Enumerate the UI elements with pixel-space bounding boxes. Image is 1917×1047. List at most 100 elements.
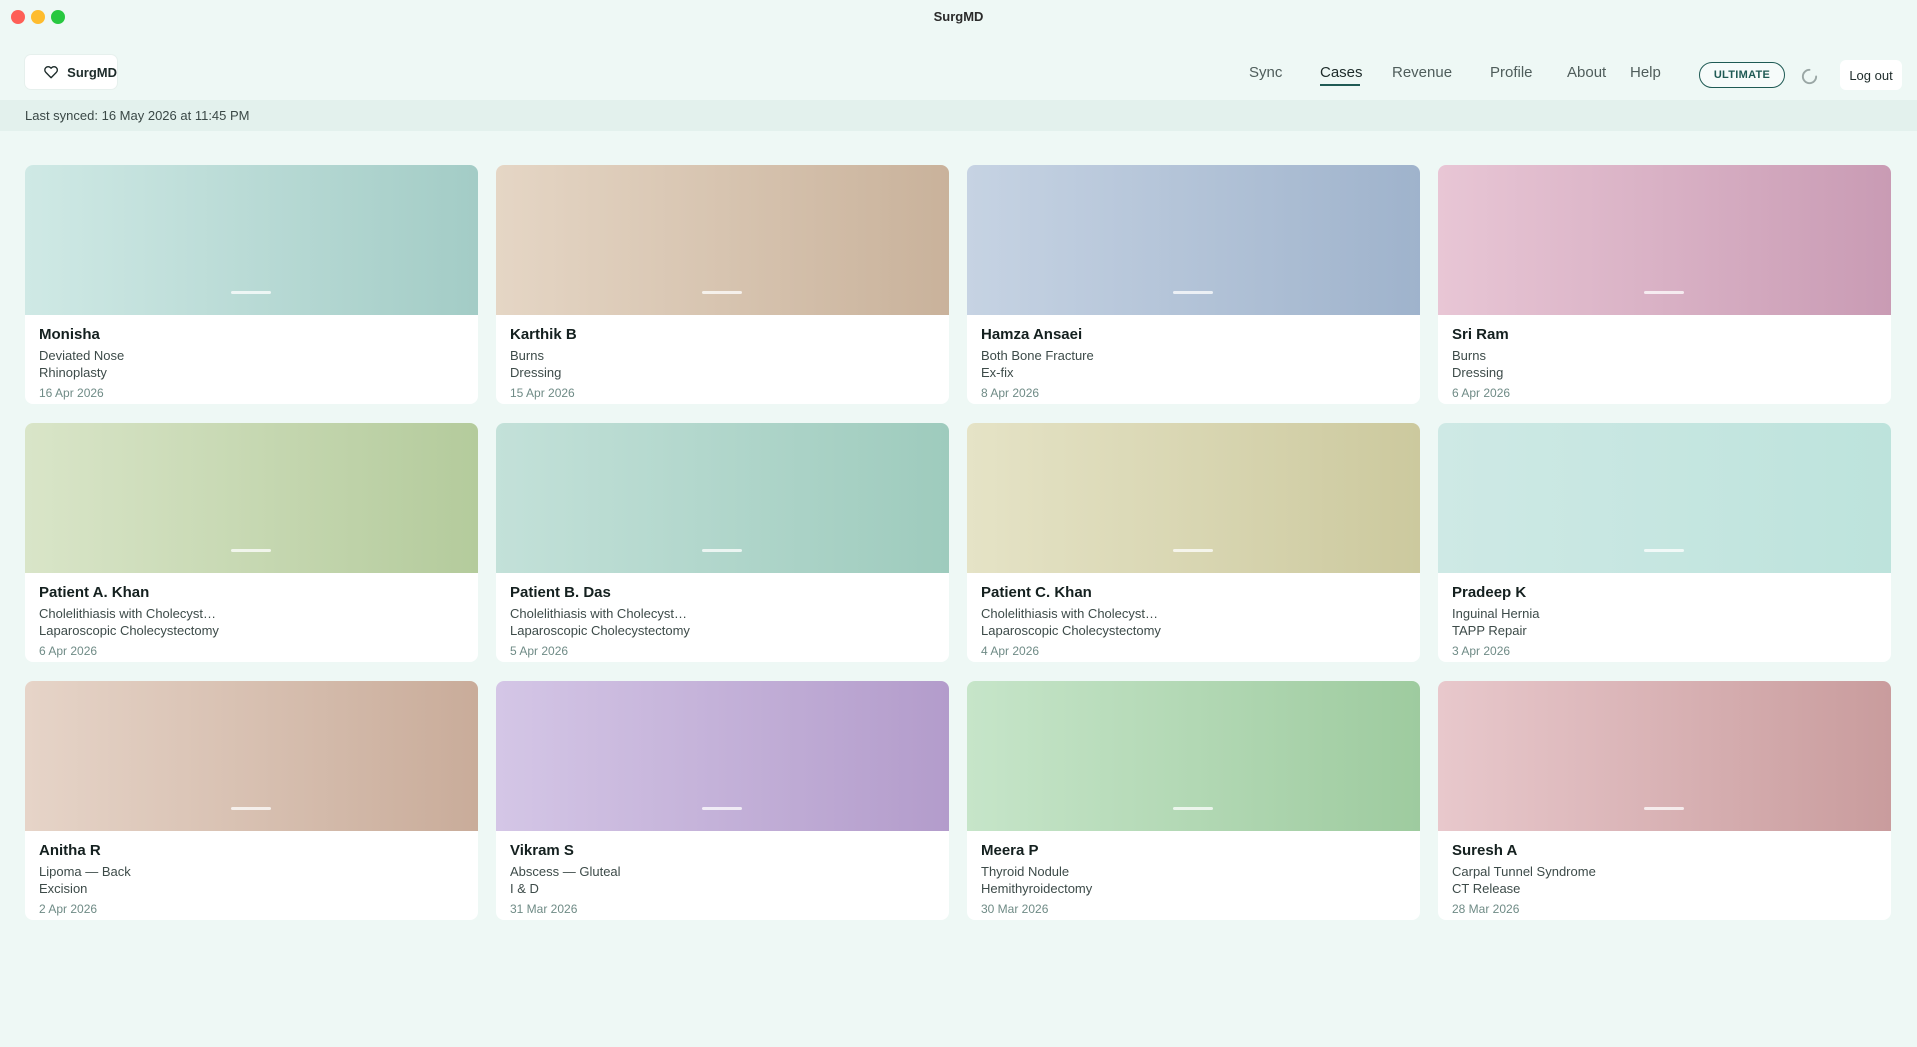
case-procedure: Laparoscopic Cholecystectomy [510, 623, 690, 638]
case-thumbnail [496, 681, 949, 831]
logout-button[interactable]: Log out [1840, 60, 1902, 90]
sync-spinner-icon[interactable] [1800, 67, 1819, 86]
case-diagnosis: Cholelithiasis with Cholecyst… [510, 606, 688, 621]
active-tab-underline [1320, 84, 1360, 86]
case-card[interactable]: Sri Ram Burns Dressing 6 Apr 2026 [1438, 165, 1891, 404]
thumbnail-handle [1644, 291, 1684, 294]
brand-logo[interactable]: SurgMD [25, 55, 117, 89]
case-card[interactable]: Suresh A Carpal Tunnel Syndrome CT Release… [1438, 681, 1891, 920]
case-date: 28 Mar 2026 [1452, 902, 1520, 916]
sync-status-bar: Last synced: 16 May 2026 at 11:45 PM [0, 100, 1917, 131]
nav-about[interactable]: About [1567, 64, 1606, 81]
heart-icon [44, 65, 59, 79]
case-diagnosis: Inguinal Hernia [1452, 606, 1540, 621]
case-thumbnail [967, 681, 1420, 831]
case-card-body: Pradeep K Inguinal Hernia TAPP Repair 3 Apr… [1438, 573, 1891, 658]
case-date: 16 Apr 2026 [39, 386, 104, 400]
case-card-body: Patient A. Khan Cholelithiasis with Chole… [25, 573, 478, 658]
case-diagnosis: Carpal Tunnel Syndrome [1452, 864, 1596, 879]
case-procedure: Laparoscopic Cholecystectomy [39, 623, 219, 638]
case-date: 6 Apr 2026 [1452, 386, 1511, 400]
case-procedure: Ex-fix [981, 365, 1014, 380]
case-thumbnail [25, 423, 478, 573]
case-procedure: TAPP Repair [1452, 623, 1527, 638]
case-patient-name: Suresh A [1452, 842, 1518, 859]
case-patient-name: Patient B. Das [510, 584, 611, 601]
thumbnail-handle [1173, 549, 1213, 552]
case-patient-name: Vikram S [510, 842, 574, 859]
case-procedure: I & D [510, 881, 539, 896]
case-thumbnail [25, 681, 478, 831]
case-thumbnail [25, 165, 478, 315]
last-synced-text: Last synced: 16 May 2026 at 11:45 PM [25, 108, 250, 123]
case-date: 15 Apr 2026 [510, 386, 575, 400]
case-procedure: Laparoscopic Cholecystectomy [981, 623, 1161, 638]
nav-revenue[interactable]: Revenue [1392, 64, 1452, 81]
thumbnail-handle [231, 291, 271, 294]
case-date: 6 Apr 2026 [39, 644, 98, 658]
case-card[interactable]: Vikram S Abscess — Gluteal I & D 31 Mar 202… [496, 681, 949, 920]
case-procedure: Rhinoplasty [39, 365, 107, 380]
thumbnail-handle [1173, 291, 1213, 294]
case-card[interactable]: Patient C. Khan Cholelithiasis with Chole… [967, 423, 1420, 662]
case-card-body: Vikram S Abscess — Gluteal I & D 31 Mar 202… [496, 831, 949, 916]
case-procedure: Dressing [510, 365, 562, 380]
case-date: 5 Apr 2026 [510, 644, 569, 658]
case-procedure: Hemithyroidectomy [981, 881, 1093, 896]
thumbnail-handle [1644, 549, 1684, 552]
case-thumbnail [496, 423, 949, 573]
case-date: 2 Apr 2026 [39, 902, 98, 916]
case-card[interactable]: Anitha R Lipoma — Back Excision 2 Apr 2026 [25, 681, 478, 920]
case-thumbnail [967, 423, 1420, 573]
case-thumbnail [496, 165, 949, 315]
thumbnail-handle [702, 807, 742, 810]
title-bar: SurgMD [0, 0, 1917, 34]
case-diagnosis: Both Bone Fracture [981, 348, 1094, 363]
thumbnail-handle [1173, 807, 1213, 810]
case-date: 3 Apr 2026 [1452, 644, 1511, 658]
case-patient-name: Anitha R [39, 842, 101, 859]
case-grid: Monisha Deviated Nose Rhinoplasty 16 Apr 20… [25, 165, 1892, 920]
case-diagnosis: Lipoma — Back [39, 864, 131, 879]
ultimate-badge-button[interactable]: ULTIMATE [1699, 62, 1785, 88]
case-thumbnail [1438, 423, 1891, 573]
case-patient-name: Pradeep K [1452, 584, 1527, 601]
case-patient-name: Hamza Ansaei [981, 326, 1083, 343]
case-card-body: Karthik B Burns Dressing 15 Apr 2026 [496, 315, 949, 400]
case-card[interactable]: Patient B. Das Cholelithiasis with Cholec… [496, 423, 949, 662]
case-card[interactable]: Monisha Deviated Nose Rhinoplasty 16 Apr 20… [25, 165, 478, 404]
case-card[interactable]: Patient A. Khan Cholelithiasis with Chole… [25, 423, 478, 662]
case-diagnosis: Abscess — Gluteal [510, 864, 621, 879]
case-diagnosis: Burns [510, 348, 544, 363]
case-date: 30 Mar 2026 [981, 902, 1049, 916]
case-card[interactable]: Meera P Thyroid Nodule Hemithyroidectomy 30… [967, 681, 1420, 920]
nav-sync[interactable]: Sync [1249, 64, 1282, 81]
case-card-body: Patient C. Khan Cholelithiasis with Chole… [967, 573, 1420, 658]
case-diagnosis: Burns [1452, 348, 1486, 363]
case-card-body: Patient B. Das Cholelithiasis with Cholec… [496, 573, 949, 658]
case-diagnosis: Thyroid Nodule [981, 864, 1070, 879]
case-date: 4 Apr 2026 [981, 644, 1040, 658]
nav-cases[interactable]: Cases [1320, 64, 1363, 81]
case-card[interactable]: Pradeep K Inguinal Hernia TAPP Repair 3 Apr… [1438, 423, 1891, 662]
thumbnail-handle [1644, 807, 1684, 810]
case-diagnosis: Cholelithiasis with Cholecyst… [981, 606, 1159, 621]
case-patient-name: Karthik B [510, 326, 577, 343]
case-patient-name: Patient A. Khan [39, 584, 150, 601]
case-diagnosis: Deviated Nose [39, 348, 125, 363]
case-card-body: Suresh A Carpal Tunnel Syndrome CT Release… [1438, 831, 1891, 916]
case-card-body: Sri Ram Burns Dressing 6 Apr 2026 [1438, 315, 1891, 400]
case-thumbnail [967, 165, 1420, 315]
case-date: 8 Apr 2026 [981, 386, 1040, 400]
case-procedure: Dressing [1452, 365, 1504, 380]
thumbnail-handle [231, 807, 271, 810]
case-date: 31 Mar 2026 [510, 902, 578, 916]
case-card[interactable]: Karthik B Burns Dressing 15 Apr 2026 [496, 165, 949, 404]
case-thumbnail [1438, 681, 1891, 831]
case-patient-name: Meera P [981, 842, 1039, 859]
case-patient-name: Patient C. Khan [981, 584, 1092, 601]
nav-help[interactable]: Help [1630, 64, 1661, 81]
case-card-body: Anitha R Lipoma — Back Excision 2 Apr 2026 [25, 831, 478, 916]
nav-profile[interactable]: Profile [1490, 64, 1533, 81]
case-card[interactable]: Hamza Ansaei Both Bone Fracture Ex-fix 8 Ap… [967, 165, 1420, 404]
